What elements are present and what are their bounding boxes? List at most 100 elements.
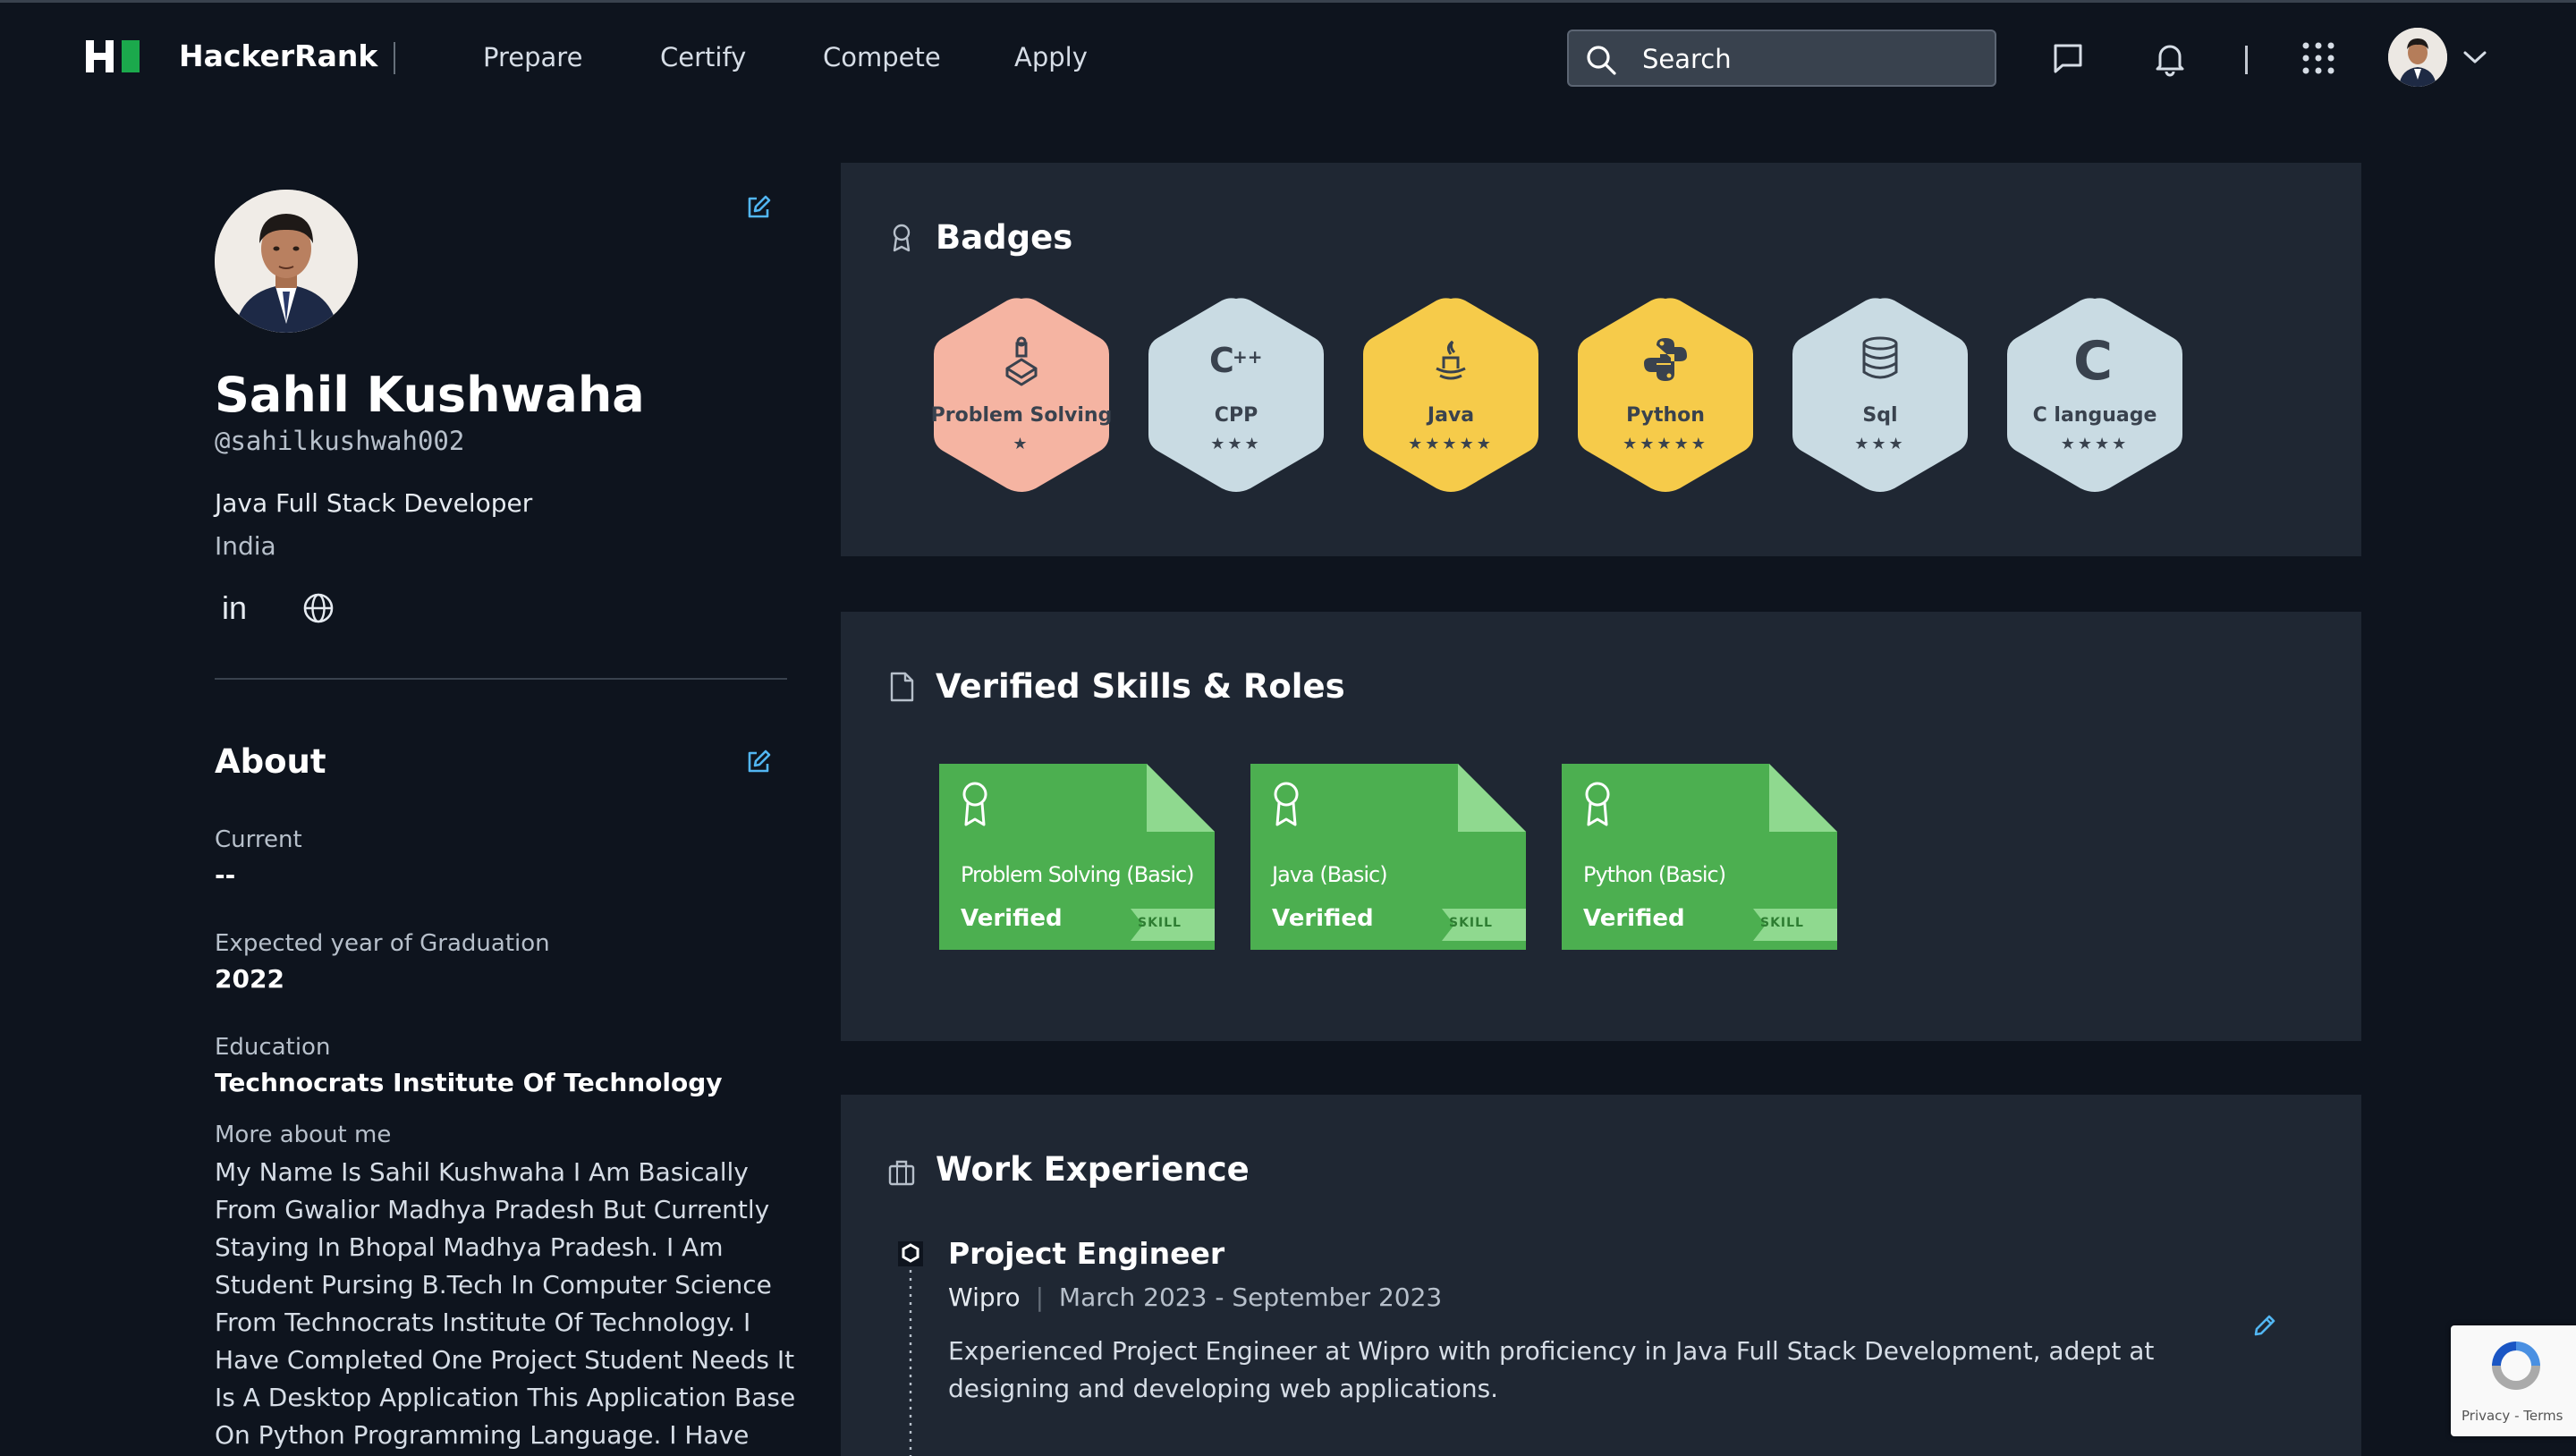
job-meta-separator: |: [1035, 1282, 1044, 1312]
brand-name[interactable]: HackerRank: [179, 38, 377, 73]
skill-tag: SKILL: [1760, 916, 1804, 930]
badge-stars: ★: [1013, 435, 1030, 453]
badge[interactable]: C ++ CPP ★★★: [1145, 295, 1327, 494]
award-icon: [893, 224, 911, 252]
skill-certificate[interactable]: Python (Basic) Verified SKILL: [1562, 764, 1837, 950]
badge[interactable]: C C language ★★★★: [2004, 295, 2186, 494]
education-value: Technocrats Institute Of Technology: [215, 1068, 723, 1097]
svg-text:++: ++: [1233, 346, 1263, 368]
current-label: Current: [215, 826, 302, 853]
timeline-marker: [898, 1241, 923, 1456]
ribbon-icon: [1274, 782, 1299, 826]
badge-name: Sql: [1862, 404, 1898, 427]
nav-compete[interactable]: Compete: [823, 42, 941, 72]
graduation-value: 2022: [215, 964, 284, 994]
brand-divider: [394, 42, 395, 74]
badge-glyph-icon: [1862, 336, 1898, 379]
badge[interactable]: Java ★★★★★: [1360, 295, 1542, 494]
badge-glyph-icon: [1436, 340, 1466, 380]
badge-glyph-icon: C++: [1209, 341, 1263, 380]
nav-apply[interactable]: Apply: [1014, 42, 1088, 72]
user-photo: [215, 190, 358, 333]
badge[interactable]: Python ★★★★★: [1574, 295, 1757, 494]
search-placeholder: Search: [1642, 44, 1732, 74]
about-title: About: [215, 742, 326, 781]
ribbon-icon: [1585, 782, 1610, 826]
hackerrank-logo[interactable]: [86, 38, 143, 74]
svg-text:C: C: [1209, 341, 1234, 380]
edit-profile-icon[interactable]: [744, 193, 773, 222]
profile-divider: [215, 678, 787, 680]
badge-stars: ★★★★★: [1408, 435, 1494, 453]
globe-icon[interactable]: [301, 590, 336, 626]
search-input[interactable]: Search: [1567, 30, 1996, 87]
badge-glyph-icon: [1644, 338, 1687, 381]
profile-role: Java Full Stack Developer: [215, 488, 533, 518]
badge-name: Java: [1427, 404, 1475, 427]
verified-skills-title: Verified Skills & Roles: [936, 667, 1345, 706]
recaptcha-links[interactable]: Privacy - Terms: [2462, 1408, 2563, 1424]
job-title: Project Engineer: [948, 1236, 1225, 1271]
avatar[interactable]: [2388, 28, 2447, 87]
skill-name: Java (Basic): [1272, 862, 1388, 887]
recaptcha-widget[interactable]: Privacy - Terms: [2451, 1325, 2576, 1436]
graduation-label: Expected year of Graduation: [215, 930, 550, 957]
profile-avatar: [215, 190, 358, 333]
current-value: --: [215, 860, 236, 890]
badge-name: C language: [2032, 404, 2157, 427]
recaptcha-icon: [2492, 1342, 2540, 1390]
skill-tag: SKILL: [1449, 916, 1493, 930]
badge-name: CPP: [1214, 404, 1258, 427]
edit-job-icon[interactable]: [2250, 1311, 2279, 1340]
profile-handle: @sahilkushwah002: [215, 426, 465, 456]
linkedin-icon[interactable]: in: [220, 590, 256, 626]
user-photo-small: [2388, 28, 2447, 87]
badge-hexagon: [1148, 298, 1324, 492]
badge-name: Problem Solving: [930, 404, 1113, 427]
job-company: Wipro: [948, 1282, 1021, 1312]
badge-stars: ★★★★: [2060, 435, 2130, 453]
job-dates: March 2023 - September 2023: [1058, 1282, 1443, 1312]
nav-certify[interactable]: Certify: [660, 42, 746, 72]
edit-about-icon[interactable]: [744, 748, 773, 776]
more-about-text: My Name Is Sahil Kushwaha I Am Basically…: [215, 1157, 796, 1450]
skill-tag: SKILL: [1138, 916, 1182, 930]
svg-text:in: in: [222, 590, 247, 626]
badge[interactable]: Sql ★★★: [1789, 295, 1971, 494]
skill-status: Verified: [1583, 905, 1685, 932]
profile-country: India: [215, 531, 276, 561]
profile-name: Sahil Kushwaha: [215, 367, 645, 423]
search-icon: [1587, 46, 1616, 75]
badge-hexagon: [1363, 298, 1538, 492]
toolbar-divider: [2245, 46, 2248, 74]
badge-hexagon: [934, 298, 1109, 492]
skill-status: Verified: [961, 905, 1063, 932]
skill-name: Python (Basic): [1583, 862, 1726, 887]
job-description: Experienced Project Engineer at Wipro wi…: [948, 1336, 2155, 1403]
svg-text:C: C: [2073, 333, 2113, 386]
skill-name: Problem Solving (Basic): [961, 862, 1195, 887]
ribbon-icon: [962, 782, 987, 826]
chat-icon[interactable]: [2048, 38, 2088, 78]
document-icon: [890, 672, 914, 702]
nav-prepare[interactable]: Prepare: [483, 42, 582, 72]
badge-glyph-icon: [1005, 336, 1038, 386]
work-experience-title: Work Experience: [936, 1150, 1250, 1189]
badge[interactable]: Problem Solving ★: [930, 295, 1113, 494]
badge-stars: ★★★★★: [1623, 435, 1708, 453]
badge-hexagon: [1578, 298, 1753, 492]
apps-grid-icon[interactable]: [2299, 38, 2338, 78]
bell-icon[interactable]: [2150, 38, 2190, 78]
briefcase-icon: [888, 1160, 915, 1186]
job-meta: Wipro | March 2023 - September 2023: [948, 1282, 1442, 1312]
chevron-down-icon[interactable]: [2462, 44, 2488, 71]
badge-glyph-icon: C: [2073, 333, 2113, 386]
badge-stars: ★★★: [1210, 435, 1262, 453]
skill-certificate[interactable]: Java (Basic) Verified SKILL: [1250, 764, 1526, 950]
skill-certificate[interactable]: Problem Solving (Basic) Verified SKILL: [939, 764, 1215, 950]
skill-status: Verified: [1272, 905, 1374, 932]
badge-hexagon: [1792, 298, 1968, 492]
badge-stars: ★★★: [1854, 435, 1906, 453]
badges-title: Badges: [936, 218, 1073, 257]
education-label: Education: [215, 1034, 331, 1061]
